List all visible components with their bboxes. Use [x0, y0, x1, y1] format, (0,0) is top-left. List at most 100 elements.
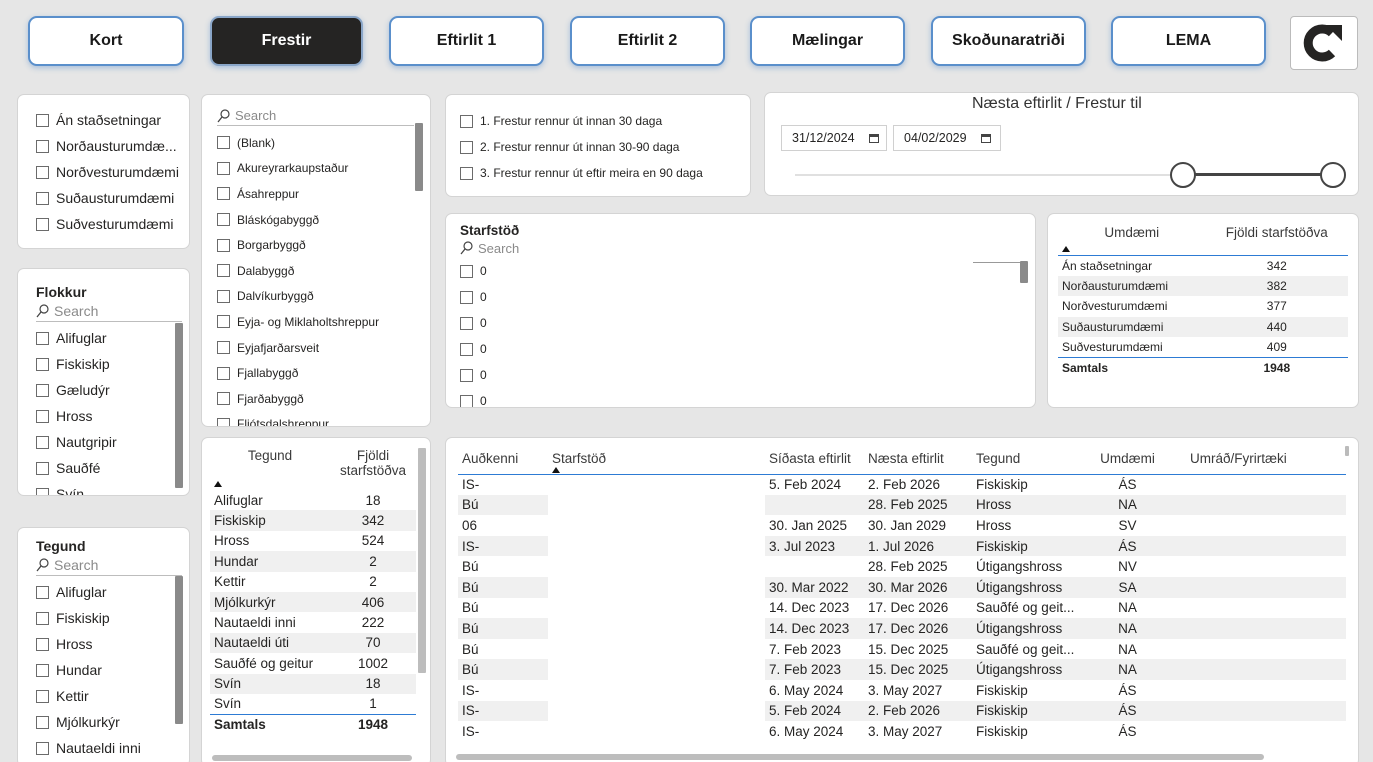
deadline-option[interactable]: 1. Frestur rennur út innan 30 daga	[460, 108, 750, 134]
checkbox[interactable]	[36, 357, 49, 371]
starfstod-search-input[interactable]: Search	[460, 238, 1035, 258]
col-header-umdaemi[interactable]: Umdæmi	[1058, 220, 1206, 256]
checkbox[interactable]	[217, 392, 230, 406]
starfstod-option[interactable]: 0	[460, 362, 1035, 388]
col-header-umdaemi[interactable]: Umdæmi	[1085, 444, 1170, 475]
flokkur-option[interactable]: Gæludýr	[36, 377, 189, 403]
col-header-umrad[interactable]: Umráð/Fyrirtæki	[1170, 444, 1346, 475]
nav-skodunaratridi[interactable]: Skoðunaratriði	[931, 16, 1086, 66]
starfstod-option[interactable]: 0	[460, 310, 1035, 336]
municipality-option[interactable]: Fljótsdalshreppur	[217, 412, 430, 426]
end-date-input[interactable]: 04/02/2029	[893, 125, 1001, 151]
tegund-option[interactable]: Fiskiskip	[36, 605, 189, 631]
table-row[interactable]: Án staðsetningar 342	[1058, 256, 1348, 276]
table-row[interactable]: IS- 5. Feb 2024 2. Feb 2026 Fiskiskip ÁS	[458, 474, 1346, 495]
checkbox[interactable]	[217, 417, 230, 426]
col-header-naesta[interactable]: Næsta eftirlit	[864, 444, 972, 475]
region-option[interactable]: Suðausturumdæmi	[36, 185, 189, 211]
tegund-option[interactable]: Alifuglar	[36, 579, 189, 605]
region-option[interactable]: Án staðsetningar	[36, 107, 189, 133]
checkbox[interactable]	[460, 290, 473, 304]
horizontal-scrollbar[interactable]	[456, 754, 1264, 760]
table-row[interactable]: Bú 14. Dec 2023 17. Dec 2026 Sauðfé og geit…	[458, 598, 1346, 619]
horizontal-scrollbar[interactable]	[212, 755, 412, 761]
checkbox[interactable]	[217, 341, 230, 355]
deadline-option[interactable]: 3. Frestur rennur út eftir meira en 90 d…	[460, 160, 750, 186]
checkbox[interactable]	[36, 689, 49, 703]
checkbox[interactable]	[460, 166, 473, 180]
nav-eftirlit-1[interactable]: Eftirlit 1	[389, 16, 544, 66]
checkbox[interactable]	[217, 238, 230, 252]
flokkur-option[interactable]: Fiskiskip	[36, 351, 189, 377]
col-header-fjoldi[interactable]: Fjöldi starfstöðva	[1205, 220, 1348, 256]
deadline-option[interactable]: 2. Frestur rennur út innan 30-90 daga	[460, 134, 750, 160]
checkbox[interactable]	[36, 637, 49, 651]
tegund-option[interactable]: Kettir	[36, 683, 189, 709]
starfstod-option[interactable]: 0	[460, 258, 1035, 284]
checkbox[interactable]	[36, 217, 49, 231]
starfstod-option[interactable]: 0	[460, 284, 1035, 310]
table-row[interactable]: Hundar 2	[210, 551, 416, 572]
checkbox[interactable]	[36, 409, 49, 423]
table-row[interactable]: Sauðfé og geitur 1002	[210, 653, 416, 673]
scrollbar[interactable]	[175, 576, 183, 724]
flokkur-search-input[interactable]: Search	[36, 300, 182, 322]
checkbox[interactable]	[217, 187, 230, 201]
municipality-option[interactable]: Dalabyggð	[217, 258, 430, 284]
checkbox[interactable]	[36, 461, 49, 475]
checkbox[interactable]	[36, 435, 49, 449]
municipality-option[interactable]: Fjallabyggð	[217, 360, 430, 386]
municipality-option[interactable]: Eyja- og Miklaholtshreppur	[217, 309, 430, 335]
nav-kort[interactable]: Kort	[28, 16, 184, 66]
col-header-tegund[interactable]: Tegund	[972, 444, 1085, 475]
table-row[interactable]: IS- 3. Jul 2023 1. Jul 2026 Fiskiskip ÁS	[458, 535, 1346, 557]
table-row[interactable]: Norðvesturumdæmi 377	[1058, 296, 1348, 316]
table-row[interactable]: 06 30. Jan 2025 30. Jan 2029 Hross SV	[458, 515, 1346, 536]
checkbox[interactable]	[36, 383, 49, 397]
table-row[interactable]: Norðausturumdæmi 382	[1058, 275, 1348, 297]
checkbox[interactable]	[217, 289, 230, 303]
checkbox[interactable]	[36, 585, 49, 599]
table-row[interactable]: Hross 524	[210, 531, 416, 551]
nav-lema[interactable]: LEMA	[1111, 16, 1266, 66]
scrollbar[interactable]	[418, 448, 426, 673]
tegund-option[interactable]: Hross	[36, 631, 189, 657]
checkbox[interactable]	[217, 161, 230, 175]
table-row[interactable]: Suðausturumdæmi 440	[1058, 316, 1348, 338]
nav-frestir[interactable]: Frestir	[210, 16, 363, 66]
table-row[interactable]: Svín 18	[210, 673, 416, 694]
slider-handle-start[interactable]	[1170, 162, 1196, 188]
municipality-search-input[interactable]: Search	[217, 106, 414, 126]
checkbox[interactable]	[36, 113, 49, 127]
region-option[interactable]: Norðvesturumdæmi	[36, 159, 189, 185]
table-row[interactable]: IS- 5. Feb 2024 2. Feb 2026 Fiskiskip ÁS	[458, 700, 1346, 722]
table-row[interactable]: Fiskiskip 342	[210, 510, 416, 531]
checkbox[interactable]	[217, 136, 230, 150]
starfstod-option[interactable]: 0	[460, 336, 1035, 362]
table-row[interactable]: Nautaeldi inni 222	[210, 612, 416, 632]
calendar-icon[interactable]	[868, 133, 879, 143]
checkbox[interactable]	[36, 139, 49, 153]
table-row[interactable]: IS- 6. May 2024 3. May 2027 Fiskiskip ÁS	[458, 721, 1346, 742]
checkbox[interactable]	[36, 331, 49, 345]
table-row[interactable]: Bú 28. Feb 2025 Útigangshross NV	[458, 556, 1346, 577]
table-row[interactable]: Bú 7. Feb 2023 15. Dec 2025 Sauðfé og geit.…	[458, 639, 1346, 660]
flokkur-option[interactable]: Nautgripir	[36, 429, 189, 455]
checkbox[interactable]	[460, 316, 473, 330]
col-header-fjoldi[interactable]: Fjöldi starfstöðva	[330, 446, 416, 490]
checkbox[interactable]	[460, 264, 473, 278]
municipality-option[interactable]: Bláskógabyggð	[217, 207, 430, 233]
table-row[interactable]: Kettir 2	[210, 572, 416, 592]
col-header-audkenni[interactable]: Auðkenni	[458, 444, 548, 475]
municipality-option[interactable]: Dalvíkurbyggð	[217, 284, 430, 310]
table-row[interactable]: Nautaeldi úti 70	[210, 632, 416, 654]
municipality-option[interactable]: Akureyrarkaupstaður	[217, 156, 430, 182]
checkbox[interactable]	[36, 611, 49, 625]
municipality-option[interactable]: Fjarðabyggð	[217, 386, 430, 412]
checkbox[interactable]	[217, 315, 230, 329]
checkbox[interactable]	[36, 741, 49, 755]
checkbox[interactable]	[217, 264, 230, 278]
checkbox[interactable]	[36, 165, 49, 179]
checkbox[interactable]	[460, 368, 473, 382]
table-row[interactable]: Mjólkurkýr 406	[210, 591, 416, 613]
